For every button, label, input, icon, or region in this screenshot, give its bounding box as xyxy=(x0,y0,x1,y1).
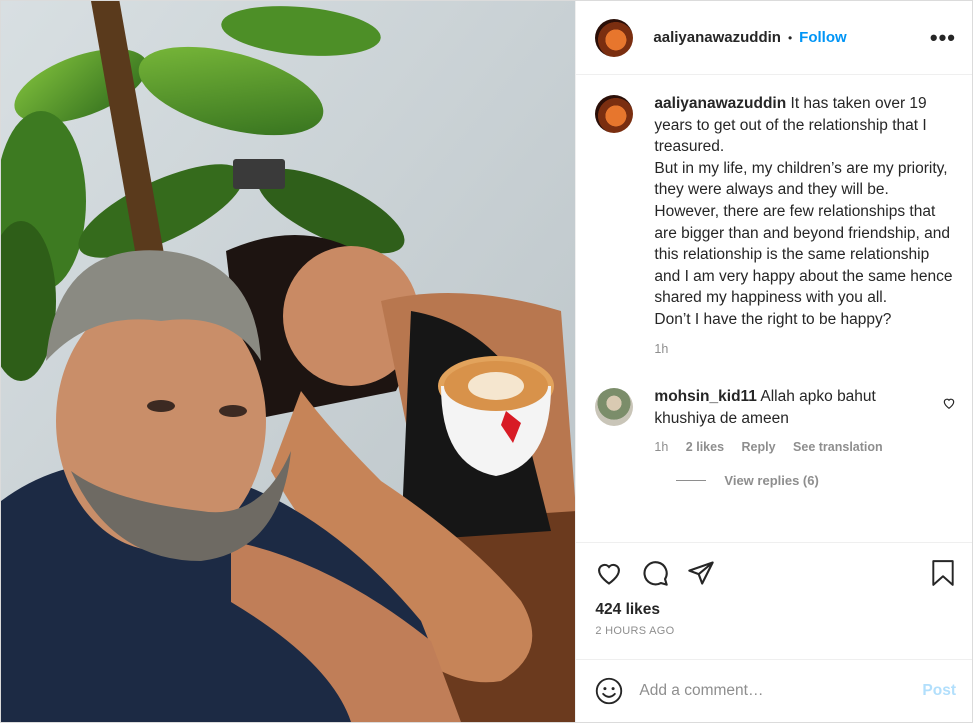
replies-divider xyxy=(676,479,707,481)
ellipsis-icon[interactable]: ••• xyxy=(930,26,956,49)
see-translation-button[interactable]: See translation xyxy=(793,440,883,454)
post-header: aaliyanawazuddin • Follow ••• xyxy=(576,1,972,75)
share-icon[interactable] xyxy=(687,559,715,587)
comment-icon[interactable] xyxy=(641,559,669,587)
comment-time: 1h xyxy=(654,440,669,455)
post-comment-button[interactable]: Post xyxy=(922,682,956,700)
comment-item: mohsin_kid11 Allah apko bahut khushiya d… xyxy=(595,386,956,459)
emoji-icon[interactable] xyxy=(595,677,623,705)
author-avatar[interactable] xyxy=(595,18,634,57)
caption-avatar[interactable] xyxy=(595,95,634,133)
follow-button[interactable]: Follow xyxy=(799,29,847,46)
header-separator: • xyxy=(787,30,793,45)
view-replies-label: View replies (6) xyxy=(724,472,819,488)
comment-username[interactable]: mohsin_kid11 xyxy=(654,388,757,405)
post-photo[interactable] xyxy=(1,1,576,722)
photo-illustration xyxy=(1,1,576,722)
instagram-post: aaliyanawazuddin • Follow ••• aaliyanawa… xyxy=(0,0,973,723)
caption-line: But in my life, my children’s are my pri… xyxy=(654,159,948,199)
caption-line: Don’t I have the right to be happy? xyxy=(654,310,892,328)
commenter-avatar[interactable] xyxy=(595,388,634,427)
heart-small-icon[interactable] xyxy=(942,396,956,410)
comment-likes[interactable]: 2 likes xyxy=(686,440,724,454)
heart-icon[interactable] xyxy=(595,559,623,587)
add-comment-bar: Post xyxy=(576,659,972,722)
post-time: 2 HOURS AGO xyxy=(595,625,675,637)
caption: aaliyanawazuddin It has taken over 19 ye… xyxy=(595,93,956,360)
reply-button[interactable]: Reply xyxy=(742,440,776,454)
likes-count[interactable]: 424 likes xyxy=(595,601,956,619)
comment-input[interactable] xyxy=(639,682,923,700)
post-actions: 424 likes 2 HOURS AGO xyxy=(576,542,972,659)
caption-line: However, there are few relationships tha… xyxy=(654,202,953,307)
bookmark-icon[interactable] xyxy=(930,559,956,587)
caption-time: 1h xyxy=(654,341,669,356)
comments-section[interactable]: aaliyanawazuddin It has taken over 19 ye… xyxy=(576,75,972,542)
caption-username[interactable]: aaliyanawazuddin xyxy=(654,95,786,112)
post-side-panel: aaliyanawazuddin • Follow ••• aaliyanawa… xyxy=(575,1,972,722)
author-username[interactable]: aaliyanawazuddin xyxy=(653,29,781,46)
view-replies-button[interactable]: View replies (6) xyxy=(676,473,956,488)
